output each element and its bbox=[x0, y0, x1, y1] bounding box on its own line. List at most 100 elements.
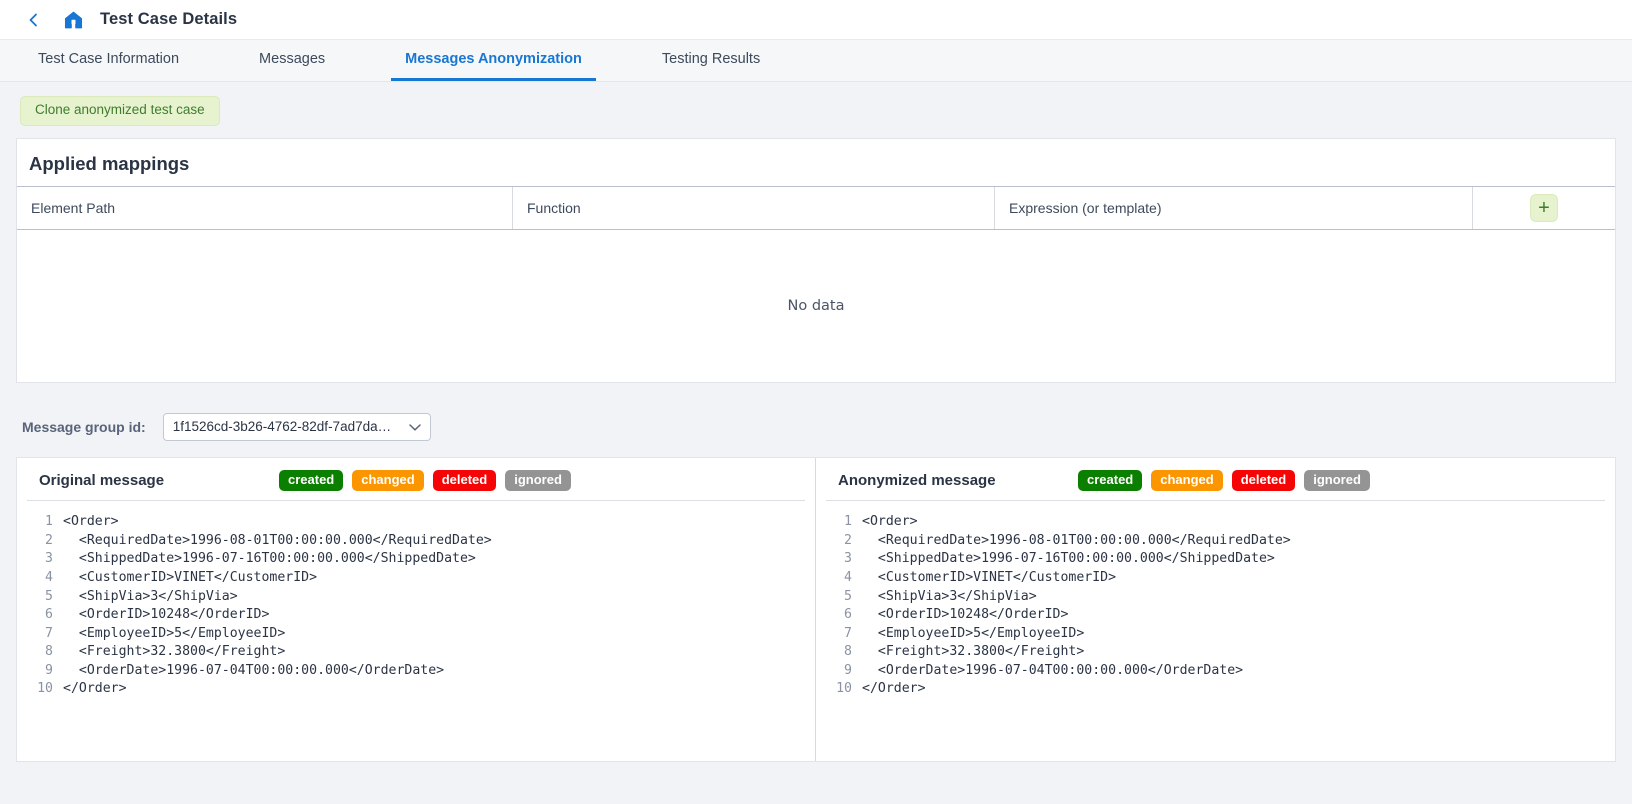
code-line: 8 <Freight>32.3800</Freight> bbox=[816, 643, 1615, 662]
code-line: 3 <ShippedDate>1996-07-16T00:00:00.000</… bbox=[17, 550, 815, 569]
code-line-number: 3 bbox=[45, 551, 53, 567]
add-mapping-cell: + bbox=[1473, 187, 1615, 229]
code-line-text: </Order> bbox=[862, 681, 926, 697]
tab-test-case-information[interactable]: Test Case Information bbox=[24, 40, 193, 81]
code-line-text: <CustomerID>VINET</CustomerID> bbox=[862, 569, 1117, 585]
code-line-number: 1 bbox=[844, 514, 852, 530]
badge-created[interactable]: created bbox=[1078, 469, 1143, 492]
main-content: Clone anonymized test case Applied mappi… bbox=[0, 82, 1632, 762]
code-line-text: </Order> bbox=[63, 681, 127, 697]
code-line-number: 8 bbox=[844, 644, 852, 660]
applied-mappings-panel: Applied mappings Element Path Function E… bbox=[16, 137, 1616, 383]
code-line: 1 <Order> bbox=[816, 513, 1615, 532]
message-group-selected-value: 1f1526cd-3b26-4762-82df-7ad7da… bbox=[172, 419, 392, 435]
messages-comparison: Original message created changed deleted… bbox=[16, 456, 1616, 762]
code-line: 5 <ShipVia>3</ShipVia> bbox=[17, 588, 815, 607]
code-line: 7 <EmployeeID>5</EmployeeID> bbox=[816, 625, 1615, 644]
code-line: 10 </Order> bbox=[816, 680, 1615, 699]
code-line: 2 <RequiredDate>1996-08-01T00:00:00.000<… bbox=[17, 532, 815, 551]
tab-testing-results[interactable]: Testing Results bbox=[648, 40, 774, 81]
code-line-text: <RequiredDate>1996-08-01T00:00:00.000</R… bbox=[862, 532, 1291, 548]
code-line-text: <CustomerID>VINET</CustomerID> bbox=[63, 569, 318, 585]
badge-ignored[interactable]: ignored bbox=[1304, 469, 1370, 492]
applied-mappings-title: Applied mappings bbox=[29, 152, 190, 174]
code-line-text: <OrderID>10248</OrderID> bbox=[862, 607, 1069, 623]
code-line-number: 4 bbox=[844, 569, 852, 585]
column-header-function: Function bbox=[513, 186, 995, 229]
code-line-text: <OrderDate>1996-07-04T00:00:00.000</Orde… bbox=[862, 662, 1244, 678]
clone-anonymized-test-case-button[interactable]: Clone anonymized test case bbox=[20, 96, 220, 126]
code-line: 6 <OrderID>10248</OrderID> bbox=[816, 606, 1615, 625]
anonymized-message-code[interactable]: 1 <Order> 2 <RequiredDate>1996-08-01T00:00… bbox=[816, 501, 1615, 699]
column-header-element-path: Element Path bbox=[17, 186, 513, 229]
code-line-number: 10 bbox=[836, 681, 852, 697]
code-line-number: 6 bbox=[844, 607, 852, 623]
code-line-number: 10 bbox=[37, 681, 53, 697]
code-line: 3 <ShippedDate>1996-07-16T00:00:00.000</… bbox=[816, 550, 1615, 569]
code-line-number: 9 bbox=[45, 662, 53, 678]
code-line-number: 3 bbox=[844, 551, 852, 567]
badge-ignored[interactable]: ignored bbox=[505, 469, 571, 492]
anonymized-message-title: Anonymized message bbox=[838, 471, 996, 489]
badge-deleted[interactable]: deleted bbox=[1231, 469, 1296, 492]
original-message-header: Original message created changed deleted… bbox=[27, 458, 805, 502]
empty-state-text: No data bbox=[787, 297, 845, 314]
badge-deleted[interactable]: deleted bbox=[432, 469, 497, 492]
code-line: 9 <OrderDate>1996-07-04T00:00:00.000</Or… bbox=[816, 662, 1615, 681]
chevron-down-icon bbox=[408, 419, 421, 434]
add-mapping-button[interactable]: + bbox=[1530, 193, 1558, 222]
code-line-text: <ShippedDate>1996-07-16T00:00:00.000</Sh… bbox=[63, 551, 476, 567]
code-line-text: <RequiredDate>1996-08-01T00:00:00.000</R… bbox=[63, 532, 492, 548]
code-line-number: 2 bbox=[45, 532, 53, 548]
original-legend: created changed deleted ignored bbox=[279, 469, 571, 492]
code-line: 9 <OrderDate>1996-07-04T00:00:00.000</Or… bbox=[17, 662, 815, 681]
code-line-number: 7 bbox=[844, 625, 852, 641]
code-line: 10 </Order> bbox=[17, 680, 815, 699]
message-group-select[interactable]: 1f1526cd-3b26-4762-82df-7ad7da… bbox=[162, 412, 431, 441]
code-line-text: <Freight>32.3800</Freight> bbox=[63, 644, 286, 660]
code-line: 8 <Freight>32.3800</Freight> bbox=[17, 643, 815, 662]
code-line-number: 7 bbox=[45, 625, 53, 641]
badge-changed[interactable]: changed bbox=[352, 469, 424, 492]
tab-messages[interactable]: Messages bbox=[245, 40, 339, 81]
code-line-text: <Order> bbox=[862, 514, 918, 530]
page-title: Test Case Details bbox=[100, 10, 238, 28]
code-line-number: 2 bbox=[844, 532, 852, 548]
code-line: 1 <Order> bbox=[17, 513, 815, 532]
code-line: 4 <CustomerID>VINET</CustomerID> bbox=[816, 569, 1615, 588]
code-line-text: <ShipVia>3</ShipVia> bbox=[63, 588, 238, 604]
code-line: 6 <OrderID>10248</OrderID> bbox=[17, 606, 815, 625]
code-line-number: 5 bbox=[45, 588, 53, 604]
badge-created[interactable]: created bbox=[279, 469, 344, 492]
top-header-bar: Test Case Details bbox=[0, 0, 1632, 40]
applied-mappings-table-header: Element Path Function Expression (or tem… bbox=[17, 185, 1615, 230]
code-line-number: 4 bbox=[45, 569, 53, 585]
tab-bar: Test Case Information Messages Messages … bbox=[0, 40, 1632, 82]
code-line-number: 1 bbox=[45, 514, 53, 530]
code-line-text: <ShippedDate>1996-07-16T00:00:00.000</Sh… bbox=[862, 551, 1275, 567]
badge-changed[interactable]: changed bbox=[1151, 469, 1223, 492]
anonymized-legend: created changed deleted ignored bbox=[1078, 469, 1370, 492]
code-line: 2 <RequiredDate>1996-08-01T00:00:00.000<… bbox=[816, 532, 1615, 551]
code-line-text: <EmployeeID>5</EmployeeID> bbox=[862, 625, 1085, 641]
code-line-number: 6 bbox=[45, 607, 53, 623]
code-line-number: 8 bbox=[45, 644, 53, 660]
original-message-code[interactable]: 1 <Order> 2 <RequiredDate>1996-08-01T00:00… bbox=[17, 501, 815, 699]
message-group-label: Message group id: bbox=[22, 418, 146, 435]
code-line-text: <ShipVia>3</ShipVia> bbox=[862, 588, 1037, 604]
anonymized-message-panel: Anonymized message created changed delet… bbox=[816, 458, 1615, 761]
code-line-text: <OrderDate>1996-07-04T00:00:00.000</Orde… bbox=[63, 662, 445, 678]
anonymized-message-header: Anonymized message created changed delet… bbox=[826, 458, 1605, 502]
home-icon[interactable] bbox=[62, 9, 84, 31]
code-line: 5 <ShipVia>3</ShipVia> bbox=[816, 588, 1615, 607]
tab-messages-anonymization[interactable]: Messages Anonymization bbox=[391, 40, 596, 81]
original-message-panel: Original message created changed deleted… bbox=[17, 457, 816, 761]
code-line-number: 5 bbox=[844, 588, 852, 604]
clone-action-row: Clone anonymized test case bbox=[0, 82, 1632, 138]
code-line: 4 <CustomerID>VINET</CustomerID> bbox=[17, 569, 815, 588]
code-line: 7 <EmployeeID>5</EmployeeID> bbox=[17, 625, 815, 644]
chevron-left-icon[interactable] bbox=[22, 9, 44, 31]
applied-mappings-table-body: No data bbox=[17, 230, 1615, 382]
code-line-text: <Order> bbox=[63, 514, 119, 530]
code-line-text: <EmployeeID>5</EmployeeID> bbox=[63, 625, 286, 641]
